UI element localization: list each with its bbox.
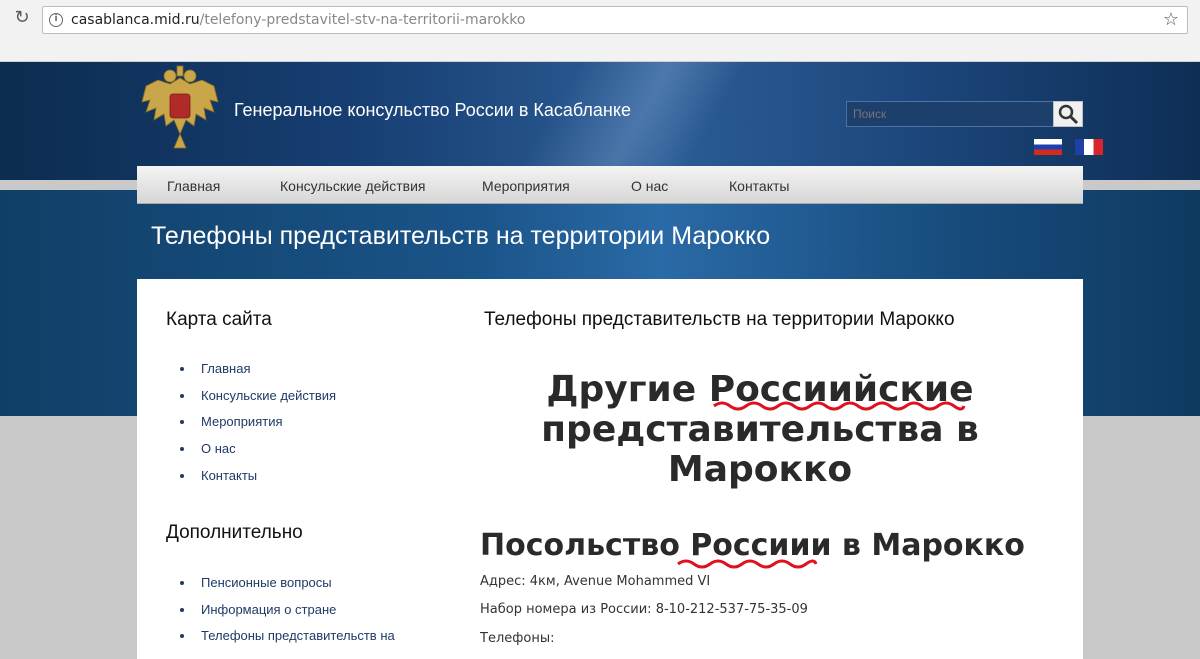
header-light-beam bbox=[470, 62, 770, 180]
url-text: casablanca.mid.ru/telefony-predstavitel-… bbox=[71, 12, 526, 28]
other-missions-line-2: представительства в bbox=[541, 409, 979, 450]
nav-item-consular[interactable]: Консульские действия bbox=[280, 178, 425, 194]
spellcheck-underline bbox=[677, 559, 818, 569]
search-icon bbox=[1058, 104, 1079, 125]
spellcheck-underline bbox=[713, 401, 966, 411]
nav-item-about[interactable]: О нас bbox=[631, 178, 668, 194]
sitemap-item-contacts[interactable]: Контакты bbox=[180, 468, 336, 495]
extra-item-phones[interactable]: Телефоны представительств на bbox=[180, 628, 395, 655]
extra-item-pensions[interactable]: Пенсионные вопросы bbox=[180, 575, 395, 602]
embassy-dial-code: Набор номера из России: 8-10-212-537-75-… bbox=[480, 602, 808, 617]
other-missions-heading: Другие Россиийские представительства в М… bbox=[500, 370, 1020, 490]
main-nav: Главная Консульские действия Мероприятия… bbox=[137, 166, 1083, 204]
russian-language-flag-icon[interactable] bbox=[1034, 139, 1062, 155]
address-bar[interactable]: i casablanca.mid.ru/telefony-predstavite… bbox=[42, 6, 1188, 34]
search-button[interactable] bbox=[1053, 101, 1083, 127]
sitemap-item-about[interactable]: О нас bbox=[180, 441, 336, 468]
reload-icon[interactable]: ↻ bbox=[12, 8, 32, 28]
extra-item-country-info[interactable]: Информация о стране bbox=[180, 602, 395, 629]
sitemap-item-events[interactable]: Мероприятия bbox=[180, 414, 336, 441]
extra-list: Пенсионные вопросы Информация о стране Т… bbox=[180, 575, 395, 655]
embassy-phones-label: Телефоны: bbox=[480, 631, 555, 646]
embassy-address: Адрес: 4км, Avenue Mohammed VI bbox=[480, 574, 711, 589]
french-language-flag-icon[interactable] bbox=[1075, 139, 1103, 155]
sitemap-list: Главная Консульские действия Мероприятия… bbox=[180, 361, 336, 494]
nav-item-contacts[interactable]: Контакты bbox=[729, 178, 789, 194]
content-heading: Телефоны представительств на территории … bbox=[484, 309, 955, 330]
bookmark-star-icon[interactable]: ☆ bbox=[1163, 9, 1179, 30]
site-title[interactable]: Генеральное консульство России в Касабла… bbox=[234, 100, 631, 121]
info-icon[interactable]: i bbox=[49, 13, 63, 27]
nav-item-events[interactable]: Мероприятия bbox=[482, 178, 570, 194]
search-input[interactable] bbox=[846, 101, 1054, 127]
coat-of-arms-logo[interactable] bbox=[140, 64, 220, 152]
page-title: Телефоны представительств на территории … bbox=[151, 222, 771, 250]
sitemap-item-consular[interactable]: Консульские действия bbox=[180, 388, 336, 415]
sitemap-heading: Карта сайта bbox=[166, 309, 272, 330]
other-missions-line-3: Марокко bbox=[667, 449, 853, 490]
sitemap-item-home[interactable]: Главная bbox=[180, 361, 336, 388]
nav-item-home[interactable]: Главная bbox=[167, 178, 220, 194]
extra-heading: Дополнительно bbox=[166, 522, 303, 543]
